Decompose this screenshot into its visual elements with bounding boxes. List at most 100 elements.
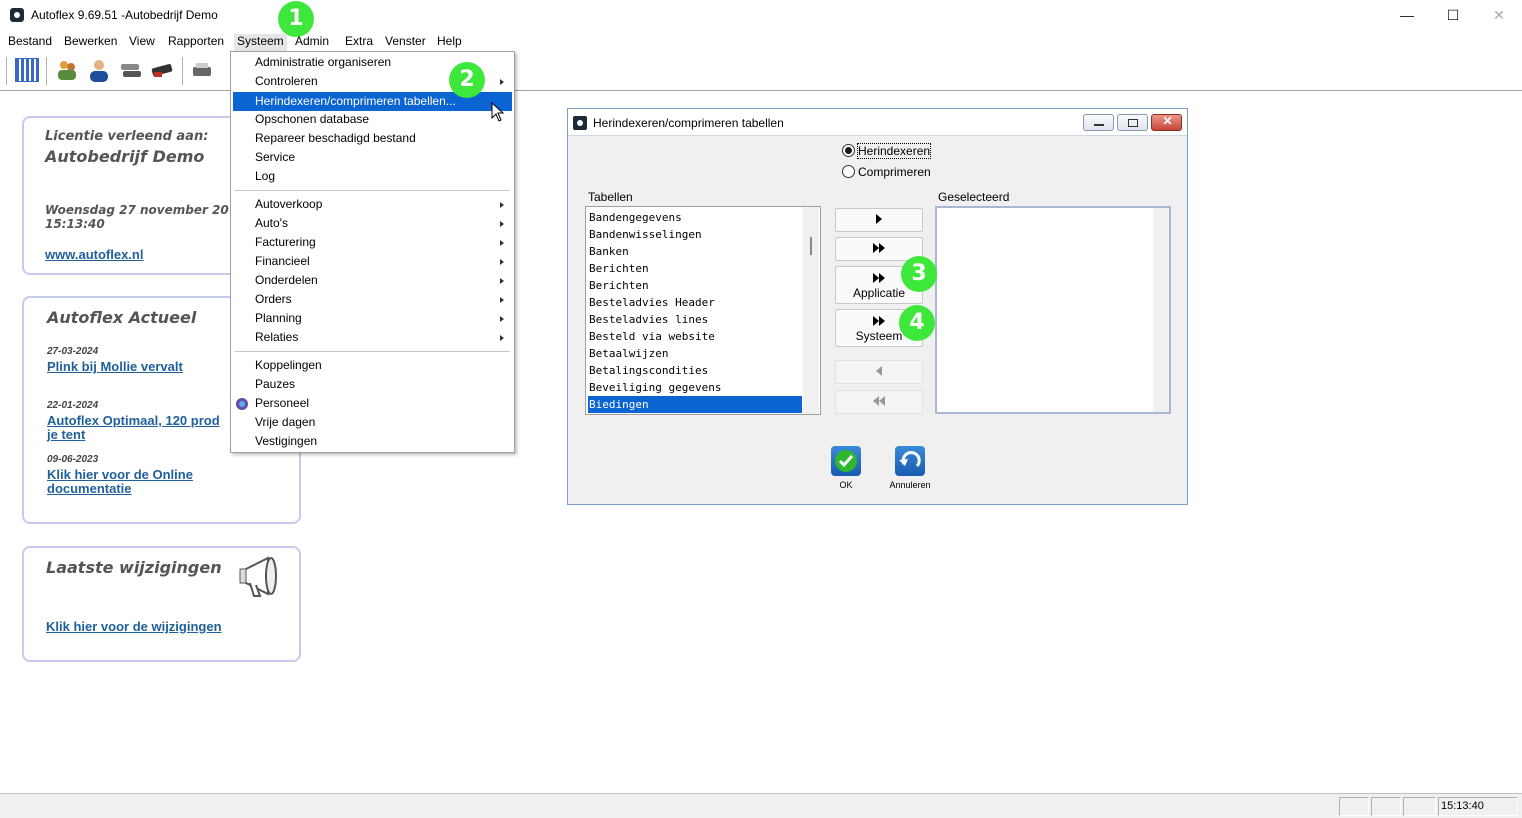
menu-item-personeel[interactable]: Personeel (233, 394, 512, 413)
title-bar: Autoflex 9.69.51 -Autobedrijf Demo — ☐ ✕ (0, 0, 1522, 30)
menu-item-facturering[interactable]: Facturering (233, 233, 512, 252)
news-link-cont[interactable]: je tent (47, 427, 85, 442)
menu-venster[interactable]: Venster (385, 34, 426, 48)
printer-icon[interactable] (190, 58, 214, 82)
list-item[interactable]: Beveiliging gegevens (588, 379, 802, 396)
status-cell (1403, 797, 1436, 816)
submenu-arrow-icon (500, 202, 504, 208)
window-title: Autoflex 9.69.51 -Autobedrijf Demo (31, 8, 218, 22)
changes-link[interactable]: Klik hier voor de wijzigingen (46, 619, 222, 634)
person-icon[interactable] (87, 58, 111, 82)
dialog-close-button[interactable]: ✕ (1151, 114, 1182, 131)
menu-item-autoverkoop[interactable]: Autoverkoop (233, 195, 512, 214)
list-item[interactable]: Berichten (588, 260, 802, 277)
users-icon[interactable] (55, 58, 79, 82)
radio-comprimeren-label[interactable]: Comprimeren (858, 165, 931, 179)
menu-item-repareer-bestand[interactable]: Repareer beschadigd bestand (233, 129, 512, 148)
cancel-button[interactable] (895, 446, 925, 476)
list-item[interactable]: Besteladvies lines (588, 311, 802, 328)
menu-item-financieel[interactable]: Financieel (233, 252, 512, 271)
menu-bestand[interactable]: Bestand (8, 34, 52, 48)
list-item[interactable]: Bandengegevens (588, 209, 802, 226)
changes-panel: Laatste wijzigingen Klik hier voor de wi… (22, 546, 301, 662)
license-company: Autobedrijf Demo (45, 147, 205, 166)
move-right-button[interactable] (835, 208, 923, 232)
menu-item-service[interactable]: Service (233, 148, 512, 167)
calendar-grid-icon[interactable] (15, 58, 39, 82)
toolbar (0, 51, 1522, 91)
app-icon (10, 8, 24, 22)
list-item-selected[interactable]: Biedingen (588, 396, 802, 413)
scrollbar-thumb[interactable] (810, 237, 812, 255)
megaphone-icon (238, 554, 290, 600)
toolbar-separator (182, 57, 183, 85)
autoflex-website-link[interactable]: www.autoflex.nl (45, 247, 143, 262)
radio-herindexeren[interactable] (842, 144, 855, 157)
menu-view[interactable]: View (129, 34, 155, 48)
menu-help[interactable]: Help (437, 34, 462, 48)
list-item[interactable]: Besteladvies Header (588, 294, 802, 311)
systeem-dropdown-menu: Administratie organiseren Controleren He… (230, 51, 515, 453)
move-left-button[interactable] (835, 360, 923, 384)
radio-herindexeren-label[interactable]: Herindexeren (856, 143, 932, 159)
status-cell (1371, 797, 1401, 816)
menu-item-vrije-dagen[interactable]: Vrije dagen (233, 413, 512, 432)
cars-icon[interactable] (119, 58, 143, 82)
submenu-arrow-icon (500, 259, 504, 265)
news-link[interactable]: Autoflex Optimaal, 120 prod (47, 413, 220, 428)
menu-extra[interactable]: Extra (345, 34, 373, 48)
radio-comprimeren[interactable] (842, 165, 855, 178)
dialog-minimize-button[interactable] (1083, 114, 1114, 131)
submenu-arrow-icon (500, 316, 504, 322)
news-date: 09-06-2023 (47, 454, 99, 465)
double-arrow-right-icon (879, 243, 885, 253)
ok-button[interactable] (831, 446, 861, 476)
list-item[interactable]: Bandenwisselingen (588, 226, 802, 243)
menu-item-relaties[interactable]: Relaties (233, 328, 512, 347)
menu-separator (235, 351, 510, 352)
selected-scrollbar[interactable] (1153, 208, 1169, 412)
selected-listbox[interactable] (935, 206, 1171, 414)
list-item[interactable]: Banken (588, 243, 802, 260)
dialog-app-icon (573, 116, 587, 130)
news-link-cont[interactable]: documentatie (47, 481, 132, 496)
submenu-arrow-icon (500, 297, 504, 303)
submenu-arrow-icon (500, 79, 504, 85)
cancel-button-label: Annuleren (889, 480, 931, 490)
tables-listbox[interactable]: Bandengegevens Bandenwisselingen Banken … (585, 206, 821, 415)
list-item[interactable]: Betalingscondities (588, 362, 802, 379)
menu-rapporten[interactable]: Rapporten (168, 34, 224, 48)
dialog-title: Herindexeren/comprimeren tabellen (593, 116, 784, 130)
menu-item-opschonen-database[interactable]: Opschonen database (233, 110, 512, 129)
list-item[interactable]: Berichten (588, 277, 802, 294)
menu-bewerken[interactable]: Bewerken (64, 34, 117, 48)
menu-item-autos[interactable]: Auto's (233, 214, 512, 233)
menu-bar: Bestand Bewerken View Rapporten Systeem … (0, 31, 1522, 51)
news-date: 27-03-2024 (47, 346, 99, 357)
dialog-restore-button[interactable] (1117, 114, 1148, 131)
menu-systeem[interactable]: Systeem (234, 34, 287, 51)
move-all-left-button[interactable] (835, 390, 923, 414)
menu-item-planning[interactable]: Planning (233, 309, 512, 328)
news-link[interactable]: Klik hier voor de Online (47, 467, 193, 482)
license-heading: Licentie verleend aan: (45, 129, 209, 144)
tools-icon[interactable] (150, 58, 174, 82)
double-arrow-left-icon (879, 396, 885, 406)
close-button[interactable]: ✕ (1476, 0, 1522, 30)
news-link[interactable]: Plink bij Mollie vervalt (47, 359, 183, 374)
maximize-button[interactable]: ☐ (1430, 0, 1476, 30)
selected-label: Geselecteerd (938, 190, 1010, 204)
list-item[interactable]: Betaalwijzen (588, 345, 802, 362)
menu-item-pauzes[interactable]: Pauzes (233, 375, 512, 394)
menu-item-vestigingen[interactable]: Vestigingen (233, 432, 512, 451)
list-item[interactable]: Besteld via website (588, 328, 802, 345)
menu-item-onderdelen[interactable]: Onderdelen (233, 271, 512, 290)
minimize-button[interactable]: — (1384, 0, 1430, 30)
arrow-right-icon (876, 214, 882, 224)
tables-scrollbar[interactable] (803, 207, 819, 414)
menu-item-koppelingen[interactable]: Koppelingen (233, 356, 512, 375)
menu-item-log[interactable]: Log (233, 167, 512, 186)
callout-4: 4 (899, 305, 935, 341)
menu-item-orders[interactable]: Orders (233, 290, 512, 309)
status-time: 15:13:40 (1438, 797, 1518, 816)
